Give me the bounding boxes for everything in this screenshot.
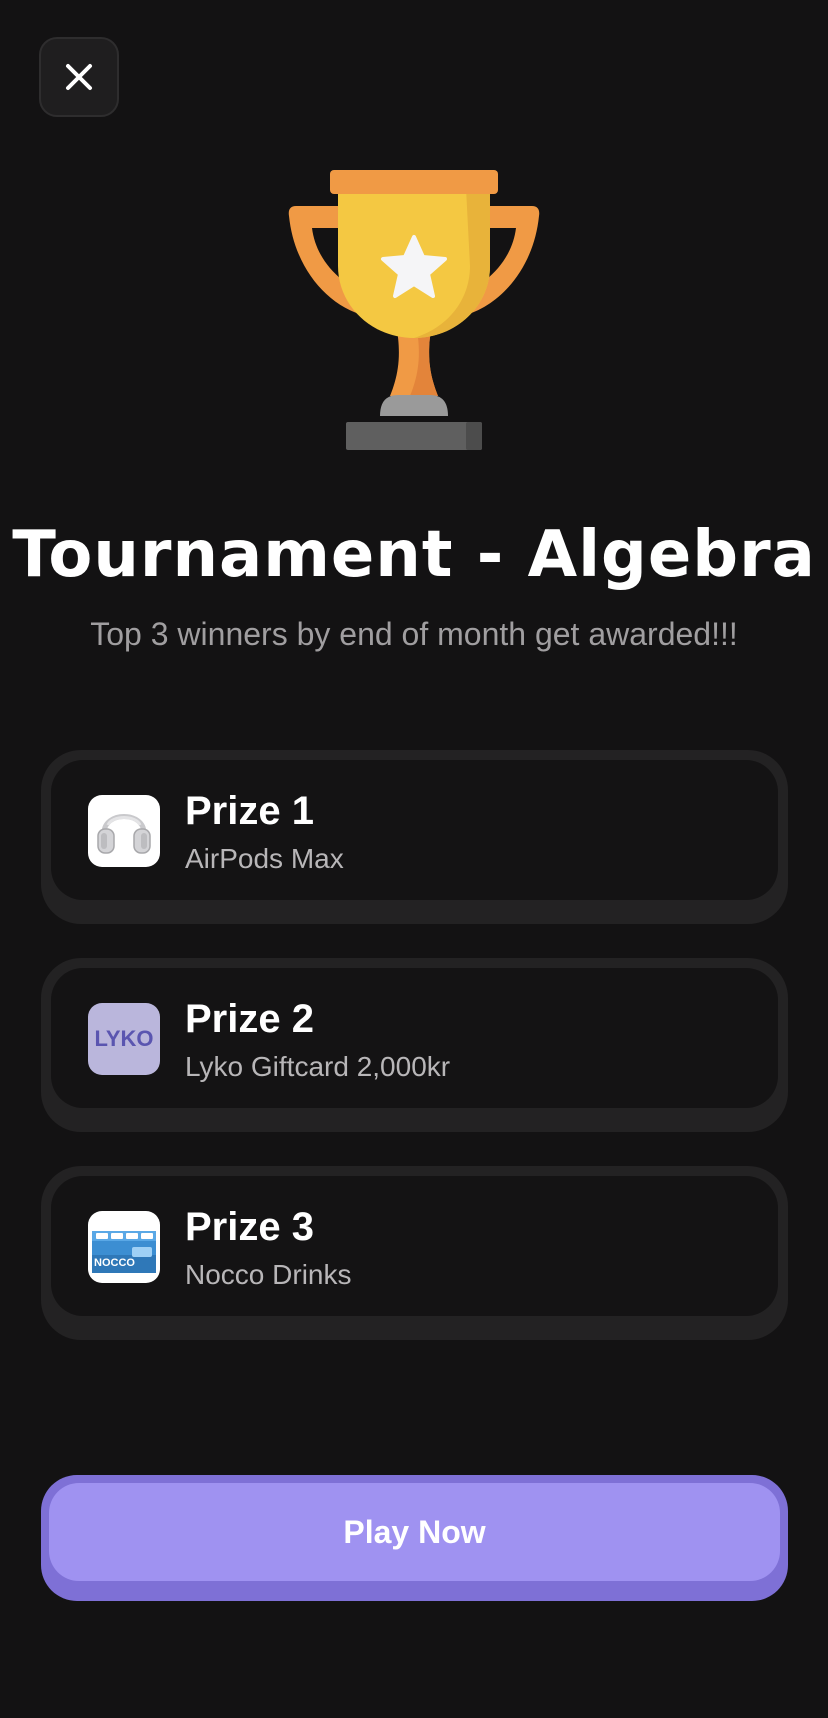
page-subtitle: Top 3 winners by end of month get awarde… bbox=[90, 616, 738, 652]
close-icon bbox=[66, 64, 92, 90]
play-now-button[interactable]: Play Now bbox=[41, 1475, 788, 1601]
page-title: Tournament - Algebra bbox=[12, 518, 816, 592]
prize-title: Prize 2 bbox=[185, 997, 314, 1041]
close-button[interactable] bbox=[39, 37, 119, 117]
prize-card-inner: NOCCO Prize 3 Nocco Drinks bbox=[51, 1176, 778, 1316]
prize-card-inner: LYKO Prize 2 Lyko Giftcard 2,000kr bbox=[51, 968, 778, 1108]
trophy-icon bbox=[288, 170, 540, 450]
lyko-logo-text: LYKO bbox=[94, 1026, 154, 1051]
prize-card-1[interactable]: Prize 1 AirPods Max bbox=[41, 750, 788, 924]
prize-description: Nocco Drinks bbox=[185, 1259, 352, 1290]
prize-description: Lyko Giftcard 2,000kr bbox=[185, 1051, 451, 1082]
nocco-drinks-image: NOCCO bbox=[88, 1211, 160, 1283]
prize-card-2[interactable]: LYKO Prize 2 Lyko Giftcard 2,000kr bbox=[41, 958, 788, 1132]
prize-title: Prize 3 bbox=[185, 1205, 314, 1249]
prize-card-inner: Prize 1 AirPods Max bbox=[51, 760, 778, 900]
prize-description: AirPods Max bbox=[185, 843, 344, 874]
prize-title: Prize 1 bbox=[185, 789, 314, 833]
headphones-image bbox=[88, 795, 160, 867]
prize-card-3[interactable]: NOCCO Prize 3 Nocco Drinks bbox=[41, 1166, 788, 1340]
play-now-label: Play Now bbox=[343, 1513, 486, 1550]
play-now-button-face: Play Now bbox=[49, 1483, 780, 1581]
nocco-logo-text: NOCCO bbox=[94, 1257, 135, 1269]
lyko-logo: LYKO bbox=[88, 1003, 160, 1075]
